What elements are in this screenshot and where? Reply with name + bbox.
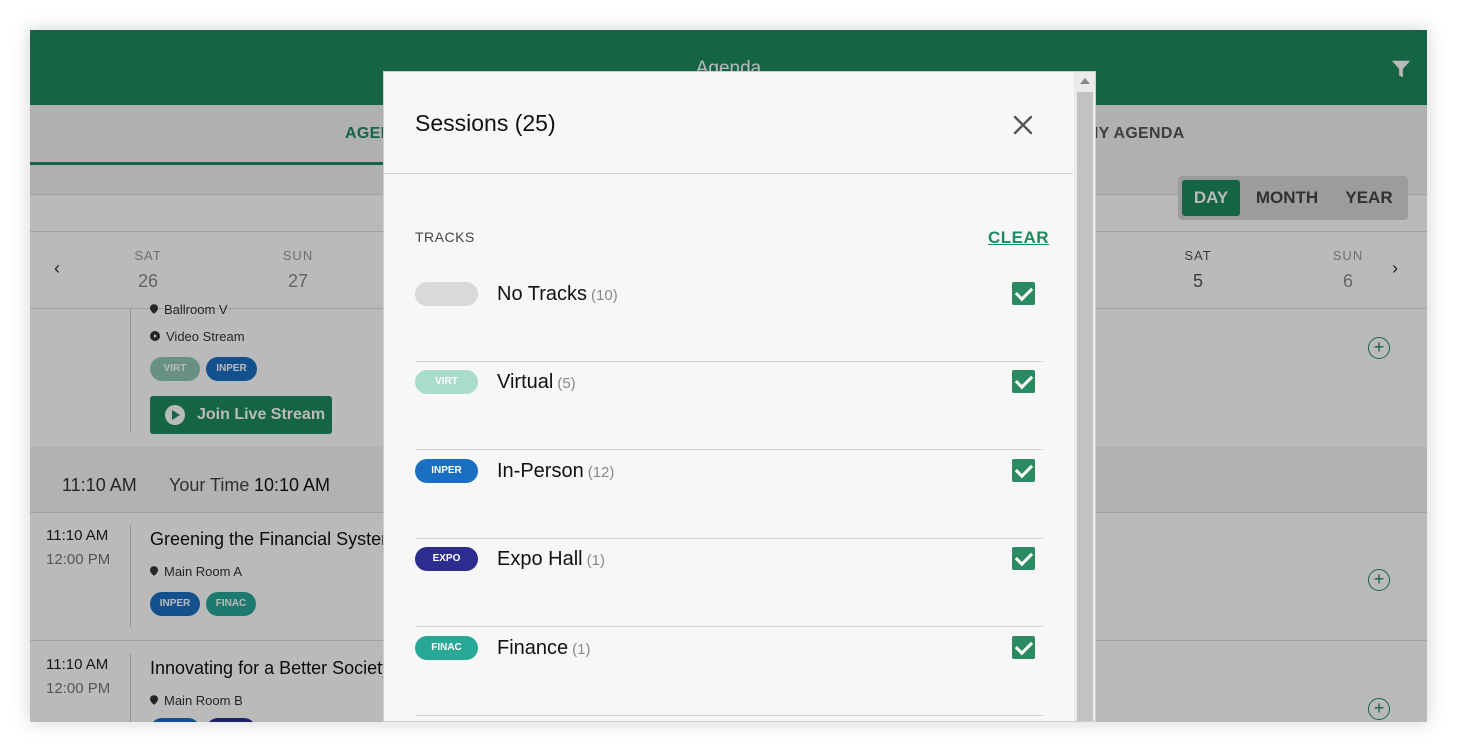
dialog-scrollbar[interactable]: [1074, 72, 1095, 721]
scroll-up-icon[interactable]: [1080, 78, 1090, 84]
close-icon[interactable]: [1010, 112, 1036, 138]
track-name: In-Person (12): [497, 460, 615, 482]
track-checkbox[interactable]: [1012, 547, 1035, 570]
clear-filters-link[interactable]: CLEAR: [988, 228, 1049, 248]
track-filter-virtual[interactable]: VIRT Virtual (5): [415, 361, 1043, 450]
track-filter-no-tracks[interactable]: No Tracks (10): [415, 273, 1043, 362]
dialog-header: Sessions (25): [384, 72, 1073, 174]
track-name: Virtual (5): [497, 371, 576, 393]
track-filter-expo-hall[interactable]: EXPO Expo Hall (1): [415, 538, 1043, 627]
track-name: No Tracks (10): [497, 283, 618, 305]
track-checkbox[interactable]: [1012, 459, 1035, 482]
tracks-heading: TRACKS: [415, 229, 475, 245]
track-checkbox[interactable]: [1012, 370, 1035, 393]
track-checkbox[interactable]: [1012, 636, 1035, 659]
track-name: Finance (1): [497, 637, 591, 659]
track-checkbox[interactable]: [1012, 282, 1035, 305]
track-chip: EXPO: [415, 547, 478, 571]
track-filter-finance[interactable]: FINAC Finance (1): [415, 627, 1043, 716]
track-chip: FINAC: [415, 636, 478, 660]
dialog-title: Sessions (25): [415, 110, 556, 136]
sessions-filter-dialog: Sessions (25) TRACKS CLEAR No Tracks (10)…: [383, 71, 1096, 722]
track-filter-in-person[interactable]: INPER In-Person (12): [415, 450, 1043, 539]
track-chip: [415, 282, 478, 306]
track-chip: INPER: [415, 459, 478, 483]
track-name: Expo Hall (1): [497, 548, 605, 570]
track-chip: VIRT: [415, 370, 478, 394]
scrollbar-thumb[interactable]: [1077, 92, 1093, 721]
